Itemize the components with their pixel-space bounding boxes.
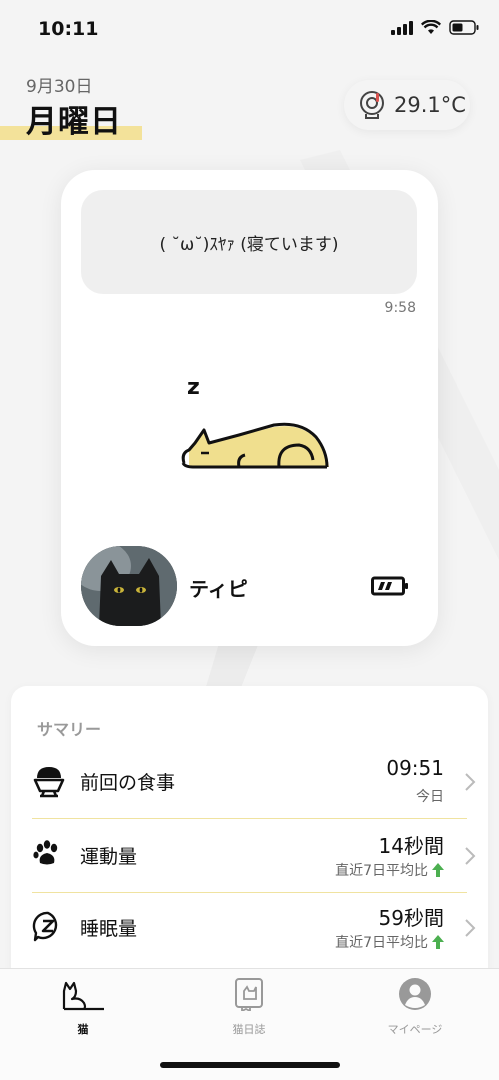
cat-name: ティピ	[189, 577, 248, 601]
summary-sub-last-meal: 今日	[416, 786, 444, 806]
summary-title: サマリー	[37, 720, 102, 739]
tab-cat-label: 猫	[77, 1023, 89, 1036]
status-icons	[391, 20, 479, 35]
sleep-z-mark: z	[187, 375, 200, 400]
summary-label-last-meal: 前回の食事	[80, 772, 176, 794]
signal-icon	[391, 20, 413, 35]
tab-cat[interactable]: 猫	[23, 977, 143, 1037]
wifi-icon	[421, 20, 441, 34]
diary-icon	[235, 978, 263, 1013]
tab-mypage-label: マイページ	[387, 1023, 443, 1036]
chevron-right-icon	[465, 919, 476, 937]
summary-card: サマリー 前回の食事 09:51 今日 運動量 14秒間 直近7日平均比 睡眠量…	[11, 686, 488, 986]
tab-diary-label: 猫日誌	[232, 1023, 266, 1036]
weekday-heading: 月曜日	[0, 96, 142, 141]
summary-label-sleep: 睡眠量	[80, 918, 138, 940]
weekday-title: 月曜日	[26, 104, 122, 140]
status-time: 10:11	[38, 18, 99, 40]
summary-sub-activity: 直近7日平均比	[335, 860, 444, 880]
cat-message-bubble: ( ˘ω˘)ｽﾔｧ (寝ています)	[81, 190, 417, 294]
summary-value-last-meal: 09:51	[386, 756, 444, 780]
summary-row-sleep[interactable]: 睡眠量 59秒間 直近7日平均比	[32, 892, 488, 964]
summary-sub-text-last-meal: 今日	[416, 789, 444, 805]
summary-divider	[32, 818, 467, 819]
profile-icon	[399, 978, 431, 1010]
summary-sub-text-activity: 直近7日平均比	[335, 863, 428, 879]
device-battery-icon	[371, 576, 408, 596]
summary-row-activity[interactable]: 運動量 14秒間 直近7日平均比	[32, 820, 488, 892]
home-indicator	[160, 1062, 340, 1068]
date-label: 9月30日	[26, 77, 93, 97]
cat-message-text: ( ˘ω˘)ｽﾔｧ (寝ています)	[159, 234, 339, 255]
summary-sub-sleep: 直近7日平均比	[335, 932, 444, 952]
tab-diary[interactable]: 猫日誌	[189, 977, 309, 1037]
summary-sub-text-sleep: 直近7日平均比	[335, 935, 428, 951]
paw-icon	[33, 840, 58, 865]
message-time: 9:58	[384, 300, 416, 316]
sleep-icon	[32, 911, 58, 942]
trend-up-icon	[432, 863, 444, 877]
thermo-camera-icon	[360, 91, 384, 119]
summary-value-activity: 14秒間	[378, 834, 444, 858]
battery-status-icon	[449, 20, 479, 35]
temperature-pill[interactable]: 29.1°C	[344, 80, 470, 130]
cat-status-card[interactable]: ( ˘ω˘)ｽﾔｧ (寝ています) 9:58 z ティピ	[61, 170, 438, 646]
sleeping-cat-icon	[181, 422, 329, 469]
temperature-value: 29.1°C	[394, 93, 466, 117]
cat-icon	[62, 981, 104, 1011]
food-bowl-icon	[33, 767, 65, 798]
tab-mypage[interactable]: マイページ	[355, 977, 475, 1037]
chevron-right-icon	[465, 773, 476, 791]
trend-up-icon	[432, 935, 444, 949]
summary-value-sleep: 59秒間	[378, 906, 444, 930]
cat-avatar[interactable]	[81, 546, 177, 626]
status-bar: 10:11	[0, 0, 499, 60]
summary-label-activity: 運動量	[80, 846, 138, 868]
summary-row-last-meal[interactable]: 前回の食事 09:51 今日	[32, 746, 488, 818]
chevron-right-icon	[465, 847, 476, 865]
cat-photo	[81, 546, 177, 626]
